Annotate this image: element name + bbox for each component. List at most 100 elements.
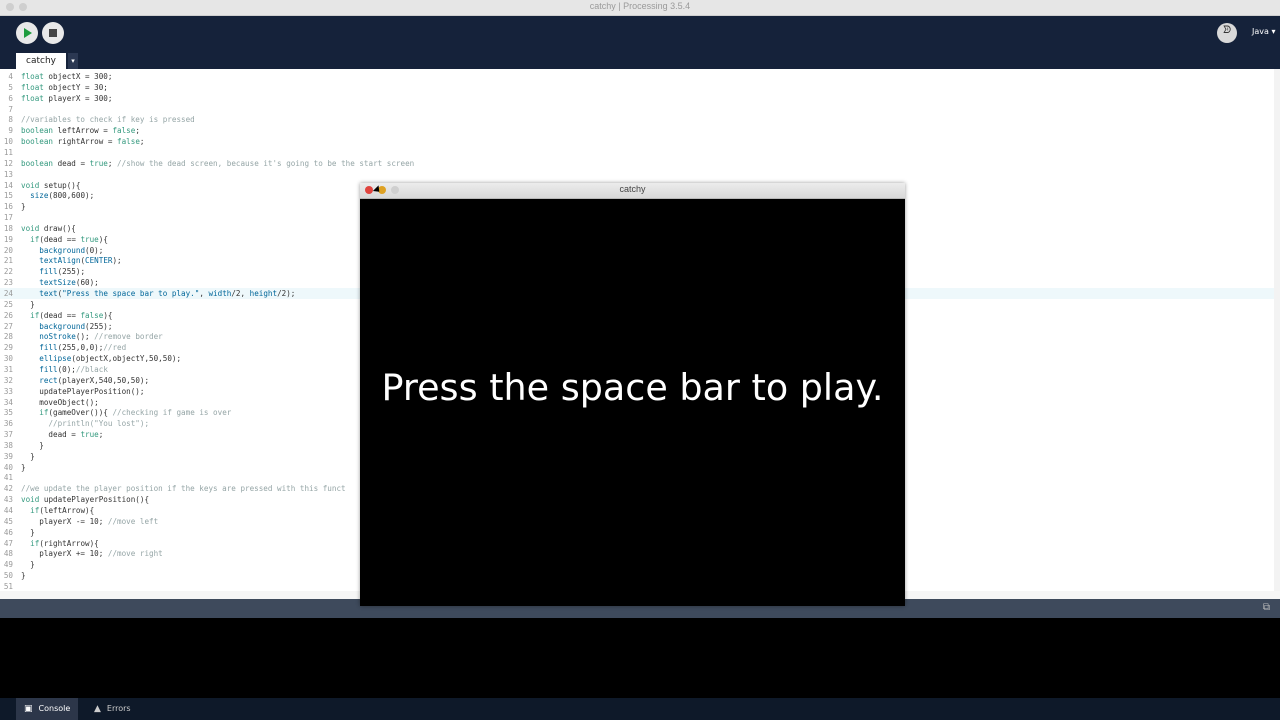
line-number: 11 xyxy=(3,147,13,157)
code-text: background(0); xyxy=(39,245,104,255)
line-number: 4 xyxy=(8,72,13,81)
line-number: 23 xyxy=(3,278,13,288)
mode-selector[interactable]: Java ▾ xyxy=(1252,27,1275,36)
code-text: if(gameOver()){ //checking if game is ov… xyxy=(39,408,232,418)
warning-icon: ▲ xyxy=(94,704,101,714)
line-number: 29 xyxy=(3,343,13,353)
line-number: 24 xyxy=(3,289,13,298)
copy-icon[interactable]: ⧉ xyxy=(1263,602,1270,613)
code-text: ellipse(objectX,objectY,50,50); xyxy=(39,354,182,364)
line-number: 5 xyxy=(8,82,13,92)
code-line[interactable]: 9 boolean leftArrow = false; xyxy=(0,125,1280,136)
line-number: 40 xyxy=(3,462,13,472)
line-number: 35 xyxy=(3,408,13,418)
code-text: boolean dead = true; //show the dead scr… xyxy=(21,158,415,168)
code-text: fill(0);//black xyxy=(39,364,108,374)
code-text: float objectX = 300; xyxy=(21,72,113,81)
run-button[interactable] xyxy=(16,22,38,44)
line-number: 28 xyxy=(3,332,13,342)
line-number: 33 xyxy=(3,386,13,396)
code-text: updatePlayerPosition(); xyxy=(21,386,145,396)
code-text: if(dead == false){ xyxy=(30,310,113,320)
tab-console[interactable]: ▣ Console xyxy=(16,698,78,720)
line-number: 30 xyxy=(3,354,13,364)
code-text: if(rightArrow){ xyxy=(30,538,99,548)
code-text: void draw(){ xyxy=(21,223,76,233)
console-label: Console xyxy=(38,704,71,713)
processing-toolbar: ᗥ Java ▾ catchy ▾ xyxy=(0,16,1280,69)
line-number: 21 xyxy=(3,256,13,266)
stop-button[interactable] xyxy=(42,22,64,44)
tab-errors[interactable]: ▲ Errors xyxy=(94,698,154,720)
line-number: 38 xyxy=(3,440,13,450)
line-number: 47 xyxy=(3,538,13,548)
line-number: 48 xyxy=(3,549,13,559)
code-text: } xyxy=(21,571,26,581)
code-line[interactable]: 12 boolean dead = true; //show the dead s… xyxy=(0,158,1280,169)
console-icon: ▣ xyxy=(24,704,33,714)
sketch-titlebar: catchy xyxy=(360,183,905,199)
line-number: 46 xyxy=(3,527,13,537)
code-text: } xyxy=(21,462,26,472)
tab-catchy[interactable]: catchy xyxy=(16,53,66,69)
code-text: dead = true; xyxy=(21,430,104,440)
line-number: 15 xyxy=(3,191,13,201)
line-number: 43 xyxy=(3,495,13,505)
line-number: 17 xyxy=(3,213,13,223)
code-text: } xyxy=(21,440,44,450)
code-text: boolean leftArrow = false; xyxy=(21,126,140,136)
line-number: 45 xyxy=(3,516,13,526)
code-text: text("Press the space bar to play.", wid… xyxy=(39,289,296,298)
line-number: 25 xyxy=(3,299,13,309)
line-number: 7 xyxy=(8,104,13,114)
sketch-window[interactable]: catchy Press the space bar to play. xyxy=(360,183,905,606)
line-number: 20 xyxy=(3,245,13,255)
code-text: //println("You lost"); xyxy=(48,419,150,429)
code-line[interactable]: 7 xyxy=(0,104,1280,115)
line-number: 36 xyxy=(3,419,13,429)
code-text: textSize(60); xyxy=(39,278,99,288)
line-number: 34 xyxy=(3,397,13,407)
debug-button[interactable]: ᗥ xyxy=(1217,23,1237,43)
line-number: 22 xyxy=(3,267,13,277)
line-number: 13 xyxy=(3,169,13,179)
window-titlebar: catchy | Processing 3.5.4 xyxy=(0,0,1280,16)
code-text: moveObject(); xyxy=(21,397,99,407)
code-line[interactable]: 8 //variables to check if key is pressed xyxy=(0,114,1280,125)
code-text: } xyxy=(21,560,35,570)
code-text: //we update the player position if the k… xyxy=(21,484,346,494)
line-number: 31 xyxy=(3,364,13,374)
code-line[interactable]: 13 xyxy=(0,169,1280,180)
vertical-scrollbar[interactable] xyxy=(1274,69,1280,599)
code-text: rect(playerX,540,50,50); xyxy=(39,375,150,385)
bottom-tab-bar: ▣ Console ▲ Errors xyxy=(0,698,1280,720)
tab-menu-button[interactable]: ▾ xyxy=(68,53,78,69)
code-text: boolean rightArrow = false; xyxy=(21,137,145,147)
code-text: fill(255,0,0);//red xyxy=(39,343,127,353)
code-line[interactable]: 11 xyxy=(0,147,1280,158)
code-text: textAlign(CENTER); xyxy=(39,256,122,266)
window-title: catchy | Processing 3.5.4 xyxy=(589,1,691,11)
line-number: 10 xyxy=(3,137,13,147)
errors-label: Errors xyxy=(106,704,131,713)
code-line[interactable]: 6 float playerX = 300; xyxy=(0,93,1280,104)
line-number: 16 xyxy=(3,202,13,212)
code-text: noStroke(); //remove border xyxy=(39,332,163,342)
line-number: 27 xyxy=(3,321,13,331)
code-text: playerX -= 10; //move left xyxy=(21,516,159,526)
console-output[interactable] xyxy=(0,618,1280,698)
sketch-title: catchy xyxy=(619,184,646,194)
line-number: 18 xyxy=(3,223,13,233)
line-number: 39 xyxy=(3,451,13,461)
code-text: size(800,600); xyxy=(30,191,95,201)
line-number: 50 xyxy=(3,571,13,581)
code-line[interactable]: 5 float objectY = 30; xyxy=(0,82,1280,93)
code-line[interactable]: 10 boolean rightArrow = false; xyxy=(0,136,1280,147)
code-text: } xyxy=(21,299,35,309)
code-text: fill(255); xyxy=(39,267,86,277)
code-text: void updatePlayerPosition(){ xyxy=(21,495,150,505)
line-number: 8 xyxy=(8,115,13,125)
line-number: 44 xyxy=(3,506,13,515)
code-text: float playerX = 300; xyxy=(21,93,113,103)
code-line[interactable]: 4 float objectX = 300; xyxy=(0,71,1280,82)
